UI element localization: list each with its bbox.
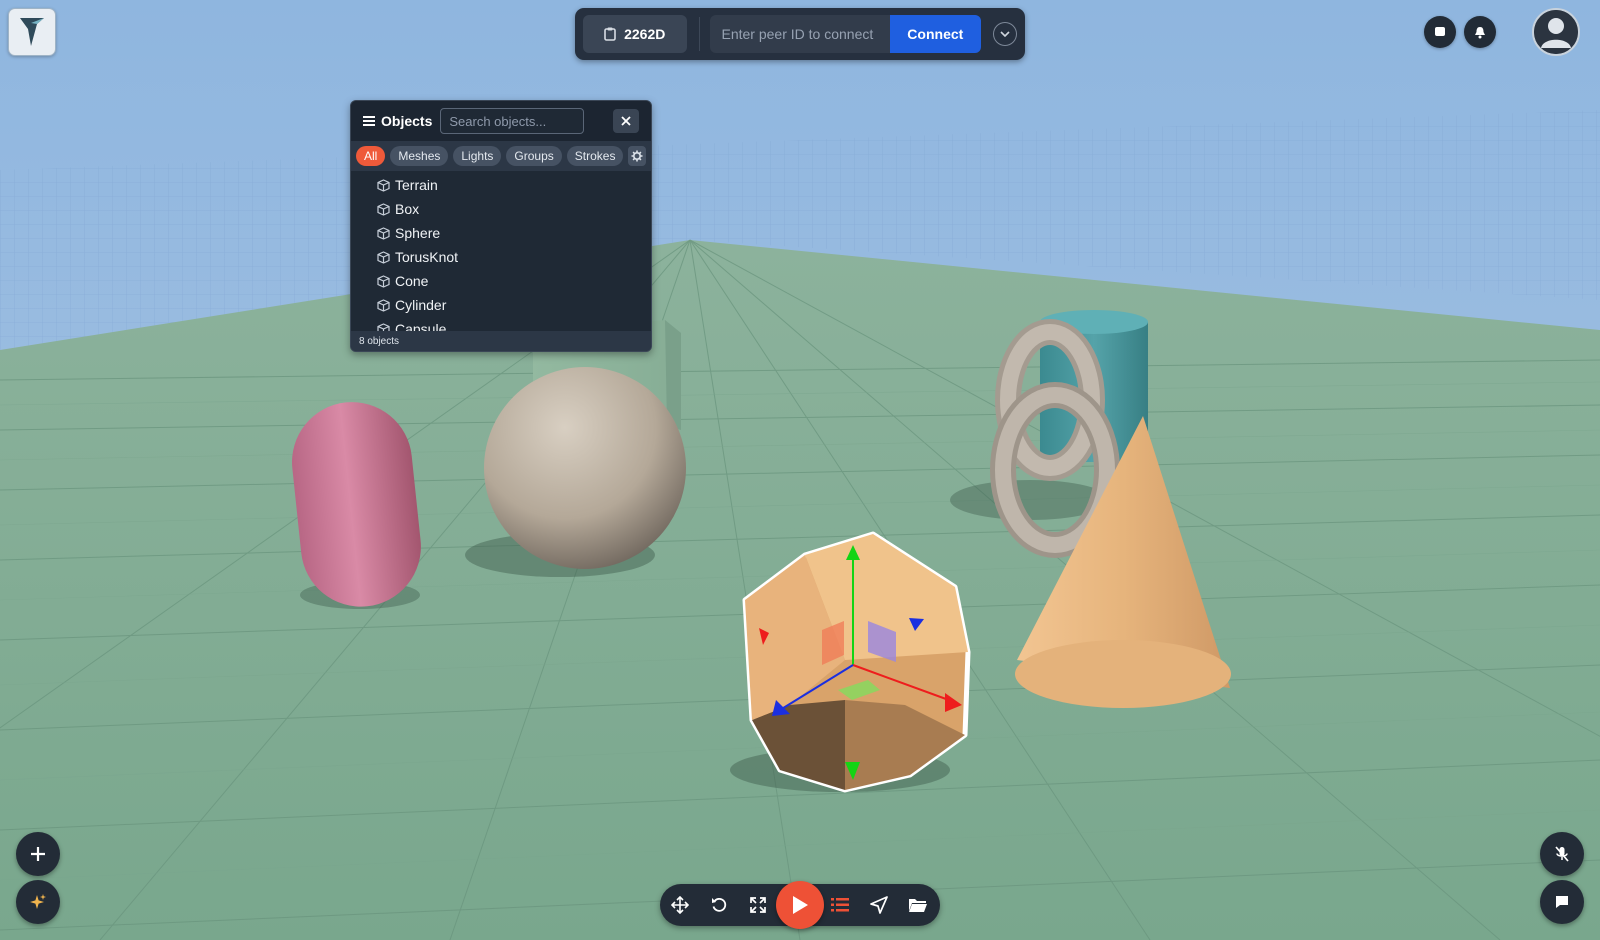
connection-bar: 2262D Connect bbox=[575, 8, 1025, 60]
filter-chip-all[interactable]: All bbox=[356, 146, 386, 166]
navigate-icon bbox=[870, 896, 888, 914]
navigate-button[interactable] bbox=[867, 893, 891, 917]
mic-off-icon bbox=[1555, 846, 1569, 862]
close-icon bbox=[621, 116, 631, 126]
move-tool-button[interactable] bbox=[668, 893, 692, 917]
list-item[interactable]: Cone bbox=[351, 269, 651, 293]
list-icon bbox=[831, 898, 849, 912]
play-button[interactable] bbox=[776, 881, 824, 929]
cube-icon bbox=[377, 274, 390, 288]
user-avatar[interactable] bbox=[1532, 8, 1580, 56]
list-item[interactable]: TorusKnot bbox=[351, 245, 651, 269]
gear-icon bbox=[631, 150, 643, 162]
list-item[interactable]: Terrain bbox=[351, 173, 651, 197]
add-object-button[interactable] bbox=[16, 832, 60, 876]
object-name: Box bbox=[395, 201, 420, 217]
peer-id-input[interactable] bbox=[709, 15, 890, 53]
objects-panel: Objects All Meshes Lights Groups Strokes… bbox=[350, 100, 652, 352]
object-name: Sphere bbox=[395, 225, 441, 241]
object-name: Terrain bbox=[395, 177, 438, 193]
list-item[interactable]: Cylinder bbox=[351, 293, 651, 317]
play-icon bbox=[793, 896, 808, 914]
bell-icon bbox=[1475, 26, 1485, 38]
scale-tool-button[interactable] bbox=[746, 893, 770, 917]
objects-panel-header: Objects bbox=[351, 101, 651, 141]
object-list[interactable]: Terrain Box Sphere TorusKnot Cone Cylind… bbox=[351, 171, 651, 333]
rotate-tool-button[interactable] bbox=[707, 893, 731, 917]
divider bbox=[698, 17, 700, 51]
cube-icon bbox=[377, 298, 390, 312]
objects-panel-title: Objects bbox=[381, 113, 433, 129]
connect-button[interactable]: Connect bbox=[889, 15, 982, 53]
plus-icon bbox=[31, 847, 45, 861]
object-name: Cone bbox=[395, 273, 429, 289]
microphone-toggle-button[interactable] bbox=[1540, 832, 1584, 876]
cube-icon bbox=[377, 226, 390, 240]
peer-id-badge[interactable]: 2262D bbox=[583, 15, 687, 53]
peer-id-text: 2262D bbox=[624, 26, 666, 42]
object-name: TorusKnot bbox=[395, 249, 459, 265]
user-avatar-icon bbox=[1534, 10, 1578, 54]
list-item[interactable]: Box bbox=[351, 197, 651, 221]
cube-icon bbox=[377, 250, 390, 264]
object-count: 8 objects bbox=[351, 331, 651, 351]
close-panel-button[interactable] bbox=[613, 109, 639, 133]
connection-options-button[interactable] bbox=[993, 22, 1017, 46]
chevron-down-icon bbox=[1000, 31, 1010, 37]
bottom-toolbar bbox=[660, 881, 940, 929]
list-item[interactable]: Sphere bbox=[351, 221, 651, 245]
cube-icon bbox=[377, 202, 390, 216]
ai-assistant-button[interactable] bbox=[16, 880, 60, 924]
rotate-icon bbox=[712, 897, 727, 912]
filter-chip-lights[interactable]: Lights bbox=[453, 146, 502, 166]
messages-button[interactable] bbox=[1424, 16, 1456, 48]
filter-chip-groups[interactable]: Groups bbox=[506, 146, 562, 166]
sparkles-icon bbox=[30, 894, 46, 909]
notifications-button[interactable] bbox=[1464, 16, 1496, 48]
move-icon bbox=[671, 896, 689, 914]
chat-button[interactable] bbox=[1540, 880, 1584, 924]
clipboard-icon bbox=[604, 27, 616, 41]
filter-chips: All Meshes Lights Groups Strokes bbox=[351, 141, 651, 171]
app-logo-icon bbox=[20, 18, 44, 46]
open-folder-button[interactable] bbox=[906, 893, 930, 917]
object-name: Cylinder bbox=[395, 297, 447, 313]
filter-chip-meshes[interactable]: Meshes bbox=[390, 146, 449, 166]
viewport-3d[interactable] bbox=[0, 0, 1600, 940]
filter-chip-strokes[interactable]: Strokes bbox=[566, 146, 624, 166]
object-search-input[interactable] bbox=[440, 108, 585, 134]
chat-icon bbox=[1556, 896, 1568, 908]
filter-settings-button[interactable] bbox=[628, 146, 646, 166]
expand-icon bbox=[750, 897, 766, 913]
cube-icon bbox=[377, 178, 390, 192]
app-logo[interactable] bbox=[8, 8, 56, 56]
message-icon bbox=[1435, 27, 1445, 36]
folder-icon bbox=[909, 899, 927, 912]
outliner-button[interactable] bbox=[828, 893, 852, 917]
hamburger-icon bbox=[363, 116, 375, 126]
